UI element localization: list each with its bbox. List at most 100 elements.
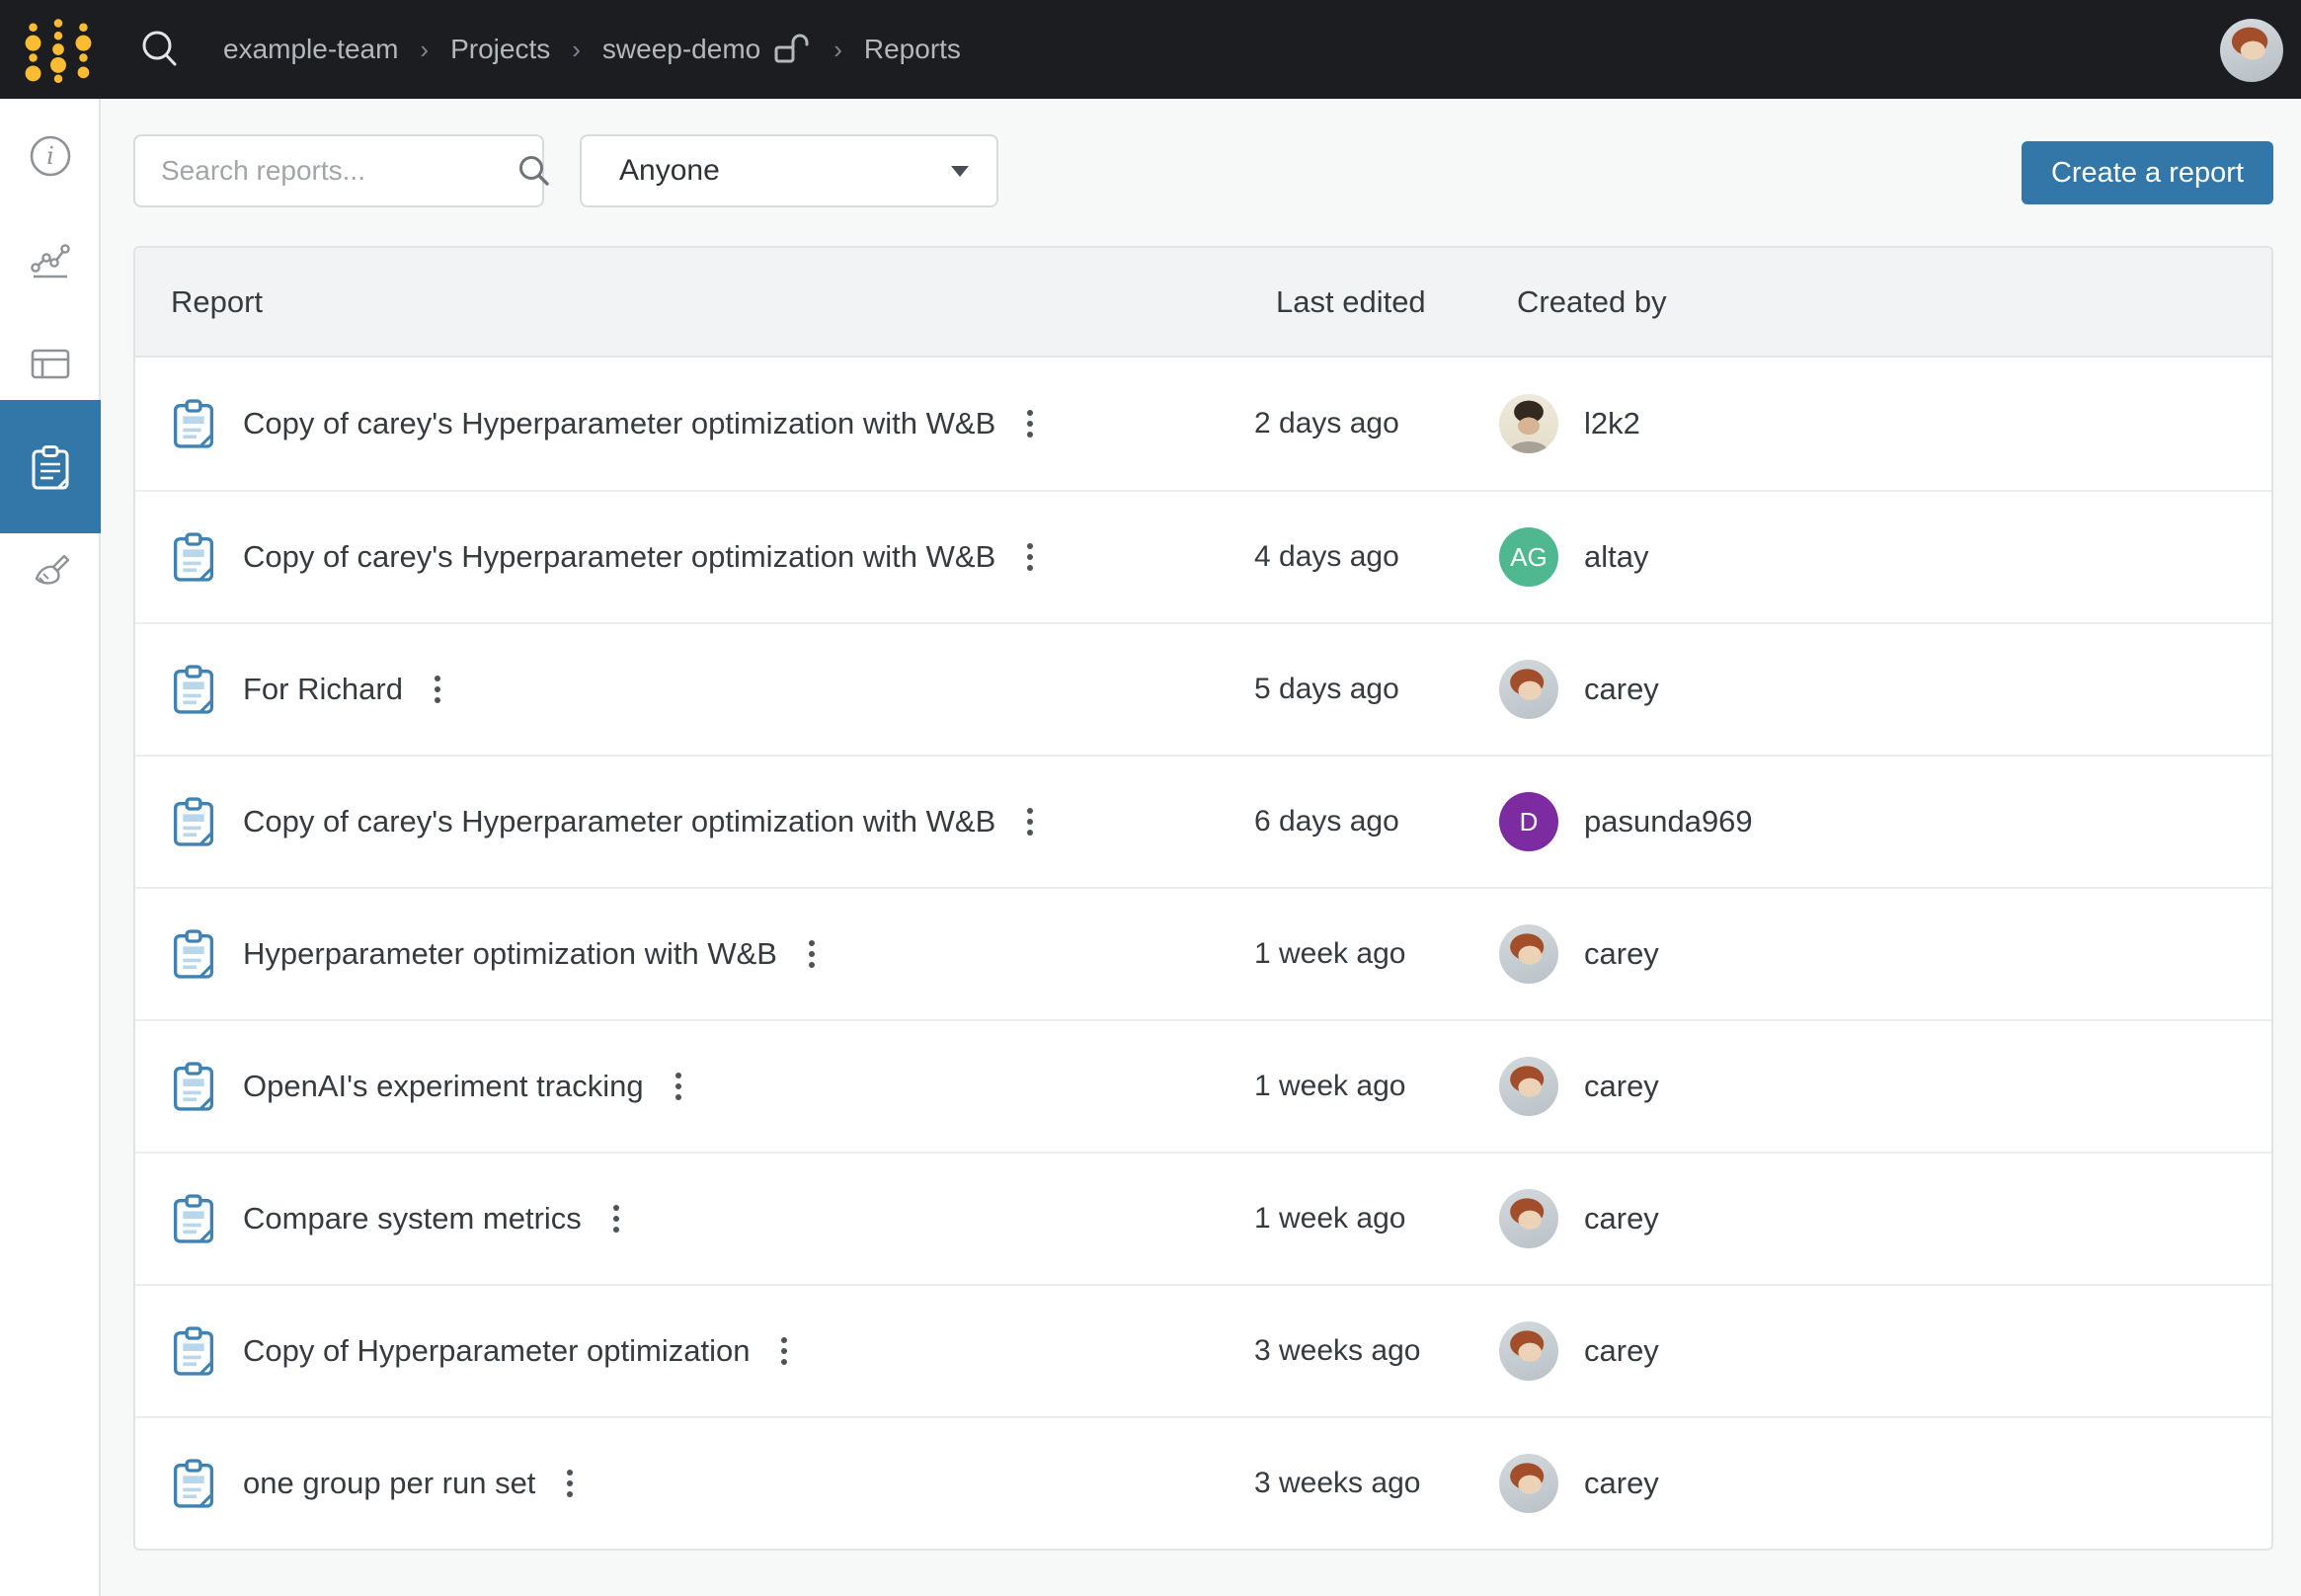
row-menu-button[interactable] <box>1021 537 1039 577</box>
creator-username[interactable]: carey <box>1584 1466 1659 1501</box>
last-edited-value: 6 days ago <box>1254 805 1499 838</box>
row-menu-button[interactable] <box>1021 404 1039 443</box>
report-cell: Copy of carey's Hyperparameter optimizat… <box>171 531 1254 583</box>
reports-page: Anyone Create a report Report Last edite… <box>101 99 2301 1596</box>
report-document-icon <box>171 531 216 583</box>
author-filter-dropdown[interactable]: Anyone <box>580 134 998 207</box>
create-report-button[interactable]: Create a report <box>2022 141 2273 204</box>
creator-username[interactable]: carey <box>1584 1201 1659 1237</box>
creator-avatar[interactable]: D <box>1499 792 1558 851</box>
sidebar-item-overview[interactable]: i <box>29 134 72 178</box>
report-document-icon <box>171 1325 216 1377</box>
creator-username[interactable]: l2k2 <box>1584 406 1640 441</box>
report-title-link[interactable]: Copy of Hyperparameter optimization <box>243 1333 750 1369</box>
report-title-link[interactable]: one group per run set <box>243 1466 535 1501</box>
search-reports-input[interactable] <box>161 155 517 187</box>
breadcrumb-separator: › <box>420 35 429 65</box>
creator-avatar[interactable] <box>1499 394 1558 453</box>
last-edited-value: 2 days ago <box>1254 407 1499 440</box>
row-menu-button[interactable] <box>1021 802 1039 841</box>
last-edited-value: 3 weeks ago <box>1254 1334 1499 1368</box>
creator-avatar[interactable] <box>1499 1189 1558 1248</box>
creator-username[interactable]: carey <box>1584 672 1659 707</box>
user-avatar[interactable] <box>2220 19 2283 82</box>
sidebar-item-charts[interactable] <box>29 238 72 281</box>
author-filter-value: Anyone <box>619 154 951 188</box>
report-cell: Copy of Hyperparameter optimization <box>171 1325 1254 1377</box>
table-header-row: Report Last edited Created by <box>135 248 2271 358</box>
report-title-link[interactable]: Copy of carey's Hyperparameter optimizat… <box>243 804 995 839</box>
table-row[interactable]: Hyperparameter optimization with W&B 1 w… <box>135 887 2271 1019</box>
breadcrumb-team[interactable]: example-team <box>223 34 398 65</box>
creator-avatar[interactable] <box>1499 1454 1558 1513</box>
row-menu-button[interactable] <box>775 1331 793 1371</box>
report-title-link[interactable]: Copy of carey's Hyperparameter optimizat… <box>243 539 995 575</box>
row-menu-button[interactable] <box>429 670 446 709</box>
report-title-link[interactable]: Hyperparameter optimization with W&B <box>243 936 777 972</box>
column-header-report: Report <box>171 284 1254 320</box>
top-nav-bar: example-team › Projects › sweep-demo › R… <box>0 0 2301 99</box>
table-icon <box>29 342 72 385</box>
row-menu-button[interactable] <box>803 934 821 974</box>
table-row[interactable]: one group per run set 3 weeks ago carey <box>135 1416 2271 1549</box>
breadcrumb-separator: › <box>572 35 581 65</box>
last-edited-value: 1 week ago <box>1254 937 1499 971</box>
report-cell: OpenAI's experiment tracking <box>171 1061 1254 1112</box>
clipboard-icon <box>29 444 72 492</box>
chevron-down-icon <box>951 166 969 177</box>
creator-avatar[interactable]: AG <box>1499 527 1558 587</box>
table-row[interactable]: Copy of carey's Hyperparameter optimizat… <box>135 490 2271 622</box>
report-document-icon <box>171 1061 216 1112</box>
creator-avatar[interactable] <box>1499 924 1558 984</box>
reports-toolbar: Anyone Create a report <box>133 134 2273 207</box>
report-cell: Copy of carey's Hyperparameter optimizat… <box>171 398 1254 449</box>
created-by-cell: l2k2 <box>1499 394 2236 453</box>
creator-avatar[interactable] <box>1499 1321 1558 1381</box>
report-title-link[interactable]: Copy of carey's Hyperparameter optimizat… <box>243 406 995 441</box>
table-row[interactable]: Copy of carey's Hyperparameter optimizat… <box>135 358 2271 490</box>
row-menu-button[interactable] <box>607 1199 625 1238</box>
unlock-icon <box>772 32 812 67</box>
report-document-icon <box>171 796 216 847</box>
last-edited-value: 1 week ago <box>1254 1202 1499 1236</box>
created-by-cell: carey <box>1499 1189 2236 1248</box>
creator-username[interactable]: carey <box>1584 1333 1659 1369</box>
created-by-cell: carey <box>1499 924 2236 984</box>
report-title-link[interactable]: OpenAI's experiment tracking <box>243 1069 644 1104</box>
column-header-last-edited: Last edited <box>1254 284 1499 320</box>
row-menu-button[interactable] <box>670 1067 687 1106</box>
table-body: Copy of carey's Hyperparameter optimizat… <box>135 358 2271 1549</box>
info-icon: i <box>29 134 72 178</box>
creator-username[interactable]: carey <box>1584 1069 1659 1104</box>
breadcrumb: example-team › Projects › sweep-demo › R… <box>223 32 961 67</box>
creator-username[interactable]: altay <box>1584 539 1648 575</box>
sidebar-item-sweeps[interactable] <box>29 551 72 595</box>
table-row[interactable]: Compare system metrics 1 week ago carey <box>135 1152 2271 1284</box>
created-by-cell: carey <box>1499 1454 2236 1513</box>
reports-table: Report Last edited Created by Copy of ca… <box>133 246 2273 1551</box>
creator-username[interactable]: pasunda969 <box>1584 804 1753 839</box>
table-row[interactable]: Copy of carey's Hyperparameter optimizat… <box>135 755 2271 887</box>
search-icon[interactable] <box>138 28 182 71</box>
created-by-cell: carey <box>1499 1057 2236 1116</box>
report-title-link[interactable]: Compare system metrics <box>243 1201 582 1237</box>
created-by-cell: D pasunda969 <box>1499 792 2236 851</box>
creator-avatar[interactable] <box>1499 660 1558 719</box>
report-title-link[interactable]: For Richard <box>243 672 403 707</box>
row-menu-button[interactable] <box>561 1464 579 1503</box>
table-row[interactable]: OpenAI's experiment tracking 1 week ago … <box>135 1019 2271 1152</box>
report-document-icon <box>171 1458 216 1509</box>
creator-avatar[interactable] <box>1499 1057 1558 1116</box>
line-chart-icon <box>29 238 72 281</box>
last-edited-value: 4 days ago <box>1254 540 1499 574</box>
creator-username[interactable]: carey <box>1584 936 1659 972</box>
breadcrumb-projects[interactable]: Projects <box>450 34 550 65</box>
table-row[interactable]: For Richard 5 days ago carey <box>135 622 2271 755</box>
sidebar-item-tables[interactable] <box>29 342 72 385</box>
wandb-logo-icon[interactable] <box>24 14 93 85</box>
breadcrumb-project[interactable]: sweep-demo <box>602 34 760 65</box>
report-cell: one group per run set <box>171 1458 1254 1509</box>
table-row[interactable]: Copy of Hyperparameter optimization 3 we… <box>135 1284 2271 1416</box>
sidebar-item-reports[interactable] <box>0 400 101 533</box>
breadcrumb-reports[interactable]: Reports <box>864 34 961 65</box>
